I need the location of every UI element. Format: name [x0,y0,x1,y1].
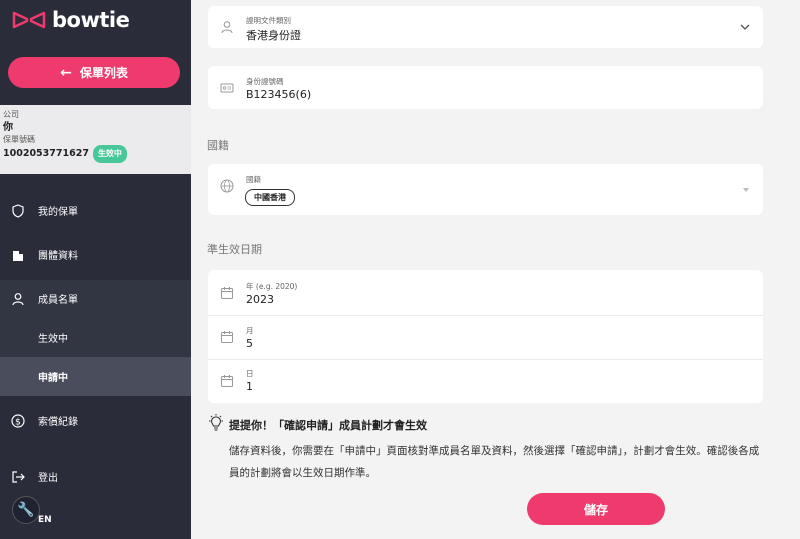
policy-summary-card: 公司 你 保單號碼 1002053771627 生效中 [0,105,191,174]
wrench-icon: 🔧 [17,502,35,518]
arrow-left-icon: ← [60,64,72,81]
month-value: 5 [246,337,253,350]
caret-down-icon [743,188,749,192]
nav-members[interactable]: 成員名單 [0,280,191,317]
tools-button[interactable]: 🔧 [12,496,40,524]
person-outline-icon [221,21,233,34]
month-label: 月 [246,326,254,335]
doc-type-select[interactable]: 證明文件類別 香港身份證 [208,6,763,48]
status-badge: 生效中 [92,145,127,163]
year-hint: (e.g. 2020) [255,282,298,291]
nationality-section-title: 國籍 [207,139,229,152]
sidebar: bowtie ← 保單列表 公司 你 保單號碼 1002053771627 生效… [0,0,191,539]
shield-icon [11,203,25,218]
nav-group-info[interactable]: 團體資料 [0,243,191,266]
logo[interactable]: bowtie [12,8,130,32]
calendar-icon [221,287,233,299]
nav-label: 索償紀錄 [38,417,78,428]
person-icon [11,292,25,306]
day-value: 1 [246,380,253,393]
nav-label: 成員名單 [38,295,78,306]
doc-type-label: 證明文件類別 [246,16,291,25]
back-button-label: 保單列表 [79,66,128,80]
id-number-label: 身份證號碼 [246,77,284,86]
svg-text:$: $ [15,417,21,427]
nav-label: 團體資料 [38,251,78,262]
nav-label: 我的保單 [38,207,78,218]
id-number-field[interactable]: 身份證號碼 B123456(6) [208,66,763,109]
month-field[interactable]: 月 5 [208,316,763,359]
policy-number-row: 1002053771627 生效中 [3,145,188,163]
nationality-chip[interactable]: 中國香港 [245,189,295,206]
lightbulb-icon [209,414,223,431]
nav-label: 生效中 [38,333,68,345]
year-field[interactable]: 年 (e.g. 2020) 2023 [208,270,763,315]
tip-text: 儲存資料後，你需要在「申請中」頁面核對準成員名單及資料，然後選擇「確認申請」，計… [229,445,760,479]
company-label: 公司 [3,110,19,119]
language-switch[interactable]: EN [38,515,52,525]
tip-title: 提提你！「確認申請」成員計劃才會生效 [229,419,427,432]
bowtie-logo-icon [12,11,46,29]
nav-my-policy[interactable]: 我的保單 [0,199,191,222]
day-field[interactable]: 日 1 [208,360,763,403]
day-label: 日 [246,369,254,378]
logout-icon [11,470,25,484]
calendar-icon [221,331,233,343]
nav-claims[interactable]: $ 索償紀錄 [0,409,191,432]
nav-sub-active[interactable]: 生效中 [0,317,191,357]
id-card-icon [220,83,234,93]
dollar-icon: $ [11,413,25,428]
policy-number: 1002053771627 [3,148,89,159]
nationality-label: 國籍 [246,175,261,184]
policy-number-label: 保單號碼 [3,135,35,144]
globe-icon [220,179,234,193]
save-button[interactable]: 儲存 [527,493,665,525]
company-value: 你 [3,122,13,133]
nationality-select[interactable]: 國籍 中國香港 [208,164,763,215]
effective-date-section-title: 準生效日期 [207,243,262,256]
chevron-down-icon [740,24,750,30]
year-value: 2023 [246,293,274,306]
calendar-icon [221,375,233,387]
nav-label: 登出 [38,473,58,484]
building-icon [11,248,25,262]
id-number-value: B123456(6) [246,88,312,101]
doc-type-value: 香港身份證 [246,29,301,42]
effective-date-card: 年 (e.g. 2020) 2023 月 5 日 1 [208,270,763,403]
nav-sub-applying[interactable]: 申請中 [0,357,191,396]
back-to-policy-list-button[interactable]: ← 保單列表 [8,57,180,88]
nav-logout[interactable]: 登出 [0,465,191,488]
brand-name: bowtie [52,8,130,32]
nav-label: 申請中 [38,373,68,384]
year-label: 年 [246,282,254,291]
